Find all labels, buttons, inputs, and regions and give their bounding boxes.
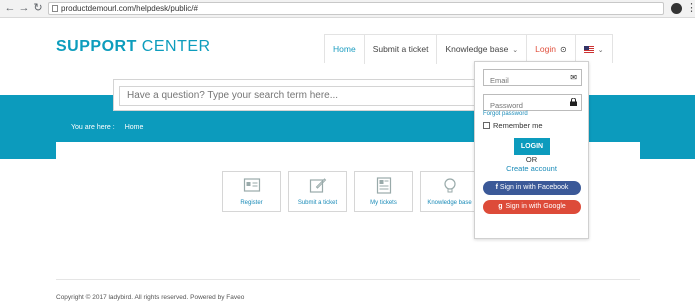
forgot-password-link[interactable]: Forgot password bbox=[483, 111, 528, 117]
login-button[interactable]: LOGIN bbox=[514, 138, 550, 155]
language-selector[interactable]: ⌄ bbox=[576, 35, 612, 64]
tile-submit-ticket[interactable]: Submit a ticket bbox=[288, 171, 347, 212]
logo-bold-text: SUPPORT bbox=[56, 38, 137, 55]
browser-toolbar: ← → ↻ productdemourl.com/helpdesk/public… bbox=[0, 0, 695, 18]
page: SUPPORT CENTER Home Submit a ticket Know… bbox=[0, 18, 695, 307]
email-field-wrapper: ✉ bbox=[483, 69, 582, 88]
tile-my-tickets[interactable]: My tickets bbox=[354, 171, 413, 212]
back-icon[interactable]: ← bbox=[4, 2, 16, 14]
browser-menu-icon[interactable]: ⋮ bbox=[686, 2, 695, 14]
site-logo[interactable]: SUPPORT CENTER bbox=[56, 38, 211, 56]
email-field[interactable] bbox=[484, 73, 564, 88]
remember-me-label: Remember me bbox=[493, 121, 543, 130]
extension-icon[interactable] bbox=[671, 3, 682, 14]
search-box bbox=[113, 79, 483, 111]
envelope-icon: ✉ bbox=[570, 73, 577, 82]
remember-me[interactable]: Remember me bbox=[483, 121, 543, 130]
search-input[interactable] bbox=[119, 85, 477, 106]
chevron-circle-icon: ⊙ bbox=[559, 45, 567, 54]
us-flag-icon bbox=[583, 46, 594, 54]
lightbulb-icon bbox=[441, 177, 458, 194]
register-icon bbox=[243, 177, 260, 194]
chevron-down-icon: ⌄ bbox=[512, 47, 519, 54]
page-icon bbox=[52, 5, 58, 12]
nav-knowledge-base[interactable]: Knowledge base ⌄ bbox=[437, 35, 528, 64]
breadcrumb-label: You are here : bbox=[71, 124, 115, 131]
edit-icon bbox=[309, 177, 326, 194]
tile-label: My tickets bbox=[370, 200, 397, 206]
google-signin-button[interactable]: g Sign in with Google bbox=[483, 200, 581, 214]
nav-login-label: Login bbox=[535, 44, 556, 54]
chevron-down-icon: ⌄ bbox=[597, 47, 604, 54]
facebook-icon: f bbox=[495, 184, 498, 191]
tile-label: Submit a ticket bbox=[297, 200, 338, 206]
address-url: productdemourl.com/helpdesk/public/# bbox=[61, 4, 198, 13]
login-dropdown: ✉ Forgot password Remember me LOGIN OR C… bbox=[474, 61, 589, 239]
nav-login[interactable]: Login ⊙ bbox=[527, 35, 576, 64]
tile-label: Knowledge base bbox=[427, 200, 472, 206]
footer-divider bbox=[56, 279, 640, 280]
nav-submit-ticket[interactable]: Submit a ticket bbox=[365, 35, 438, 64]
nav-kb-label: Knowledge base bbox=[445, 44, 509, 54]
breadcrumb: You are here : Home bbox=[71, 124, 143, 131]
tile-label: Register bbox=[240, 200, 263, 206]
newspaper-icon bbox=[375, 177, 392, 194]
forward-icon[interactable]: → bbox=[18, 2, 30, 14]
footer-copyright: Copyright © 2017 ladybird. All rights re… bbox=[56, 294, 245, 301]
top-nav: Home Submit a ticket Knowledge base ⌄ Log… bbox=[324, 34, 613, 64]
breadcrumb-home[interactable]: Home bbox=[125, 124, 144, 131]
address-bar[interactable]: productdemourl.com/helpdesk/public/# bbox=[48, 2, 664, 15]
facebook-signin-label: Sign in with Facebook bbox=[499, 184, 569, 191]
reload-icon[interactable]: ↻ bbox=[32, 2, 44, 14]
or-separator: OR bbox=[525, 155, 538, 164]
quick-links: Register Submit a ticket My tickets Know… bbox=[222, 171, 479, 212]
lock-icon bbox=[570, 97, 577, 108]
facebook-signin-button[interactable]: f Sign in with Facebook bbox=[483, 181, 581, 195]
create-account-link[interactable]: Create account bbox=[475, 164, 588, 173]
logo-rest-text: CENTER bbox=[136, 38, 211, 55]
nav-home[interactable]: Home bbox=[325, 35, 365, 64]
tile-knowledge-base[interactable]: Knowledge base bbox=[420, 171, 479, 212]
google-plus-icon: g bbox=[498, 203, 503, 210]
remember-me-checkbox[interactable] bbox=[483, 122, 490, 129]
tile-register[interactable]: Register bbox=[222, 171, 281, 212]
password-field-wrapper bbox=[483, 94, 582, 113]
google-signin-label: Sign in with Google bbox=[505, 203, 566, 210]
